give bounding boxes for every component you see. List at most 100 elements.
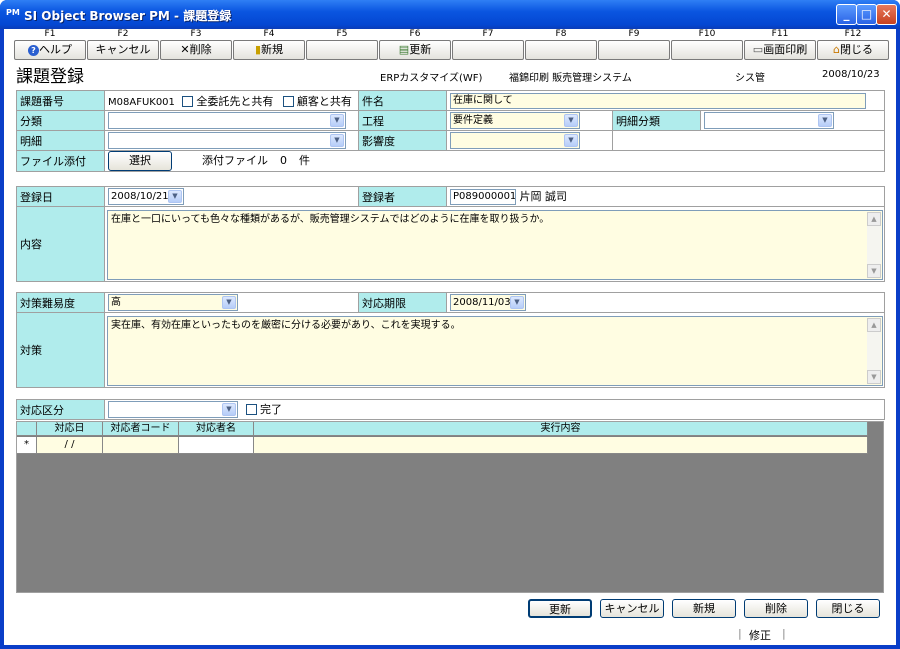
share-contractor-checkbox[interactable] [182, 96, 194, 107]
delete-fkey-label: 削除 [189, 43, 212, 56]
printer-icon: ▭ [752, 43, 764, 56]
registrant-code-input[interactable]: P089000001 [450, 189, 516, 205]
help-button[interactable]: ? ヘルプ [14, 40, 86, 60]
detail-category-label: 明細分類 [612, 110, 701, 131]
fkey-label-f10: F10 [698, 29, 716, 39]
f10-button[interactable] [671, 40, 743, 60]
f8-button[interactable] [525, 40, 597, 60]
detail-category-select[interactable]: ▼ [704, 112, 834, 129]
window-title: SI Object Browser PM - 課題登録 [24, 9, 232, 23]
scroll-up-icon: ▲ [867, 212, 881, 226]
measure-scrollbar[interactable]: ▲ ▼ [867, 318, 881, 384]
fkey-label-f5: F5 [336, 29, 348, 39]
content-label: 内容 [16, 206, 105, 282]
process-label: 工程 [358, 110, 447, 131]
new-row-code-cell[interactable] [103, 437, 179, 454]
measure-textarea[interactable]: 実在庫、有効在庫といったものを厳密に分ける必要があり、これを実現する。 ▲ ▼ [107, 316, 883, 386]
new-row-content-cell[interactable] [254, 437, 868, 454]
close-fkey-label: 閉じる [839, 43, 873, 56]
new-button[interactable]: 新規 [672, 599, 736, 618]
app-icon: PM [6, 8, 20, 17]
delete-fkey-button[interactable]: ✕削除 [160, 40, 232, 60]
deadline-label: 対応期限 [358, 292, 447, 313]
chevron-down-icon: ▼ [510, 296, 524, 309]
screen-print-label: 画面印刷 [763, 43, 808, 56]
difficulty-select[interactable]: 高 ▼ [108, 294, 238, 311]
registration-date-picker[interactable]: 2008/10/21 ▼ [108, 188, 184, 205]
chevron-down-icon: ▼ [818, 114, 832, 127]
chevron-down-icon: ▼ [564, 134, 578, 147]
difficulty-value: 高 [111, 297, 121, 308]
measure-label: 対策 [16, 312, 105, 388]
deadline-value: 2008/11/03 [453, 297, 511, 308]
company-system: 福錦印刷 販売管理システム [509, 73, 632, 84]
column-header-responder-name[interactable]: 対応者名 [179, 422, 254, 436]
close-fkey-button[interactable]: ⌂閉じる [817, 40, 889, 60]
update-fkey-button[interactable]: ▤更新 [379, 40, 451, 60]
scroll-down-icon: ▼ [867, 264, 881, 278]
registrant-label: 登録者 [358, 186, 447, 207]
chevron-down-icon: ▼ [330, 114, 344, 127]
row-header-corner [17, 422, 37, 436]
fkey-label-f9: F9 [628, 29, 640, 39]
response-type-table: 対応区分 ▼ 完了 [16, 399, 885, 420]
help-button-label: ヘルプ [39, 43, 72, 56]
close-button[interactable]: 閉じる [816, 599, 880, 618]
f5-button[interactable] [306, 40, 378, 60]
cancel-button[interactable]: キャンセル [600, 599, 664, 618]
chevron-down-icon: ▼ [564, 114, 578, 127]
status-separator-left: | [738, 627, 742, 640]
close-window-button[interactable]: ✕ [876, 4, 897, 25]
detail-select[interactable]: ▼ [108, 132, 346, 149]
function-key-toolbar: F1? ヘルプ F2 キャンセル F3 ✕削除 F4 ▮新規 F5 F6 ▤更新 F7 F… [4, 29, 896, 61]
status-mode: 修正 [749, 629, 771, 642]
attached-count: 0 [280, 154, 287, 167]
select-file-button[interactable]: 選択 [108, 151, 172, 171]
new-row-name-cell[interactable] [179, 437, 254, 454]
share-customer-checkbox[interactable] [282, 96, 294, 107]
new-fkey-button[interactable]: ▮新規 [233, 40, 305, 60]
minimize-icon: _ [843, 7, 850, 21]
new-row-date-cell[interactable]: / / [37, 437, 103, 454]
column-header-response-date[interactable]: 対応日 [37, 422, 103, 436]
issue-number-value: M08AFUK001 [108, 96, 175, 108]
process-select[interactable]: 要件定義 ▼ [450, 112, 580, 129]
fkey-label-f11: F11 [771, 29, 789, 39]
fkey-label-f12: F12 [844, 29, 862, 39]
attachment-label: ファイル添付 [16, 150, 105, 172]
delete-x-icon: ✕ [180, 43, 190, 56]
minimize-button[interactable]: _ [836, 4, 857, 25]
chevron-down-icon: ▼ [330, 134, 344, 147]
count-unit: 件 [299, 154, 310, 167]
screen-print-button[interactable]: ▭画面印刷 [744, 40, 816, 60]
title-bar[interactable]: PM SI Object Browser PM - 課題登録 _ □ ✕ [0, 0, 900, 29]
delete-button[interactable]: 削除 [744, 599, 808, 618]
deadline-date-picker[interactable]: 2008/11/03 ▼ [450, 294, 526, 311]
difficulty-label: 対策難易度 [16, 292, 105, 313]
subject-input[interactable]: 在庫に関して [450, 92, 866, 109]
response-type-select[interactable]: ▼ [108, 401, 238, 419]
fkey-label-f8: F8 [555, 29, 567, 39]
cancel-fkey-button[interactable]: キャンセル [87, 40, 159, 60]
column-header-action-content[interactable]: 実行内容 [254, 422, 868, 436]
maximize-button[interactable]: □ [856, 4, 877, 25]
response-grid[interactable]: 対応日 対応者コード 対応者名 実行内容 * / / [16, 421, 884, 593]
maximize-icon: □ [860, 7, 873, 21]
home-icon: ⌂ [833, 43, 840, 56]
complete-checkbox[interactable] [246, 404, 257, 416]
f9-button[interactable] [598, 40, 670, 60]
column-header-responder-code[interactable]: 対応者コード [103, 422, 179, 436]
f7-button[interactable] [452, 40, 524, 60]
content-scrollbar[interactable]: ▲ ▼ [867, 212, 881, 278]
impact-select[interactable]: ▼ [450, 132, 580, 149]
process-value: 要件定義 [453, 115, 493, 126]
category-select[interactable]: ▼ [108, 112, 346, 129]
new-fkey-label: 新規 [261, 43, 284, 56]
subject-label: 件名 [358, 90, 447, 111]
content-textarea[interactable]: 在庫と一口にいっても色々な種類があるが、販売管理システムではどのように在庫を取り… [107, 210, 883, 280]
share-contractor-label: 全委託先と共有 [196, 94, 274, 108]
update-button[interactable]: 更新 [528, 599, 592, 618]
chevron-down-icon: ▼ [222, 403, 236, 417]
attached-files-label: 添付ファイル [202, 154, 268, 167]
response-type-label: 対応区分 [16, 399, 105, 420]
